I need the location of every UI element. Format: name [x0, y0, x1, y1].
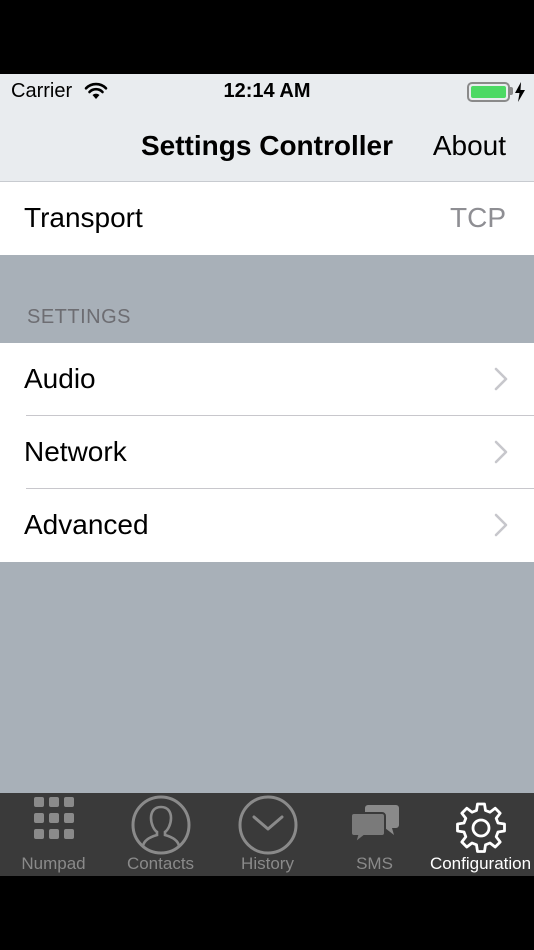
chevron-right-icon — [494, 440, 508, 464]
about-button[interactable]: About — [433, 130, 506, 162]
settings-item-label: Audio — [24, 363, 96, 394]
sms-icon — [349, 805, 399, 846]
app-screen: Carrier 12:14 AM Settings Controller Abo… — [0, 74, 534, 876]
tab-label: Configuration — [429, 854, 532, 873]
tab-contacts[interactable]: Contacts — [107, 793, 214, 876]
battery-icon — [467, 82, 510, 102]
transport-value: TCP — [450, 202, 506, 233]
history-icon — [238, 795, 297, 855]
chevron-right-icon — [494, 367, 508, 391]
settings-item-audio[interactable]: Audio — [0, 343, 534, 416]
tab-sms[interactable]: SMS — [321, 793, 428, 876]
settings-item-advanced[interactable]: Advanced — [0, 489, 534, 562]
tab-numpad[interactable]: Numpad — [0, 793, 107, 876]
tab-label: SMS — [356, 854, 393, 873]
numpad-icon — [33, 797, 74, 839]
settings-section-header: SETTINGS — [27, 306, 132, 328]
letterbox-bottom — [0, 876, 534, 950]
contacts-icon — [131, 795, 190, 855]
charging-bolt-icon — [515, 82, 525, 102]
battery-tip — [510, 87, 513, 95]
tab-label: Contacts — [126, 854, 195, 873]
navigation-bar: Settings Controller About — [0, 110, 534, 182]
transport-row[interactable]: Transport TCP — [0, 182, 534, 255]
tab-label: History — [241, 854, 294, 873]
gear-icon — [455, 802, 506, 853]
status-time: 12:14 AM — [223, 80, 311, 102]
letterbox-top — [0, 0, 534, 74]
settings-item-network[interactable]: Network — [0, 416, 534, 489]
tab-history[interactable]: History — [214, 793, 321, 876]
settings-item-label: Network — [24, 436, 127, 467]
tab-bar: Numpad Contacts History SMS Configuratio… — [0, 793, 534, 876]
tab-label: Numpad — [21, 854, 86, 873]
chevron-right-icon — [494, 513, 508, 537]
transport-label: Transport — [24, 202, 143, 233]
settings-item-label: Advanced — [24, 509, 149, 540]
tab-configuration[interactable]: Configuration — [427, 793, 534, 876]
status-bar: Carrier 12:14 AM — [0, 74, 534, 110]
